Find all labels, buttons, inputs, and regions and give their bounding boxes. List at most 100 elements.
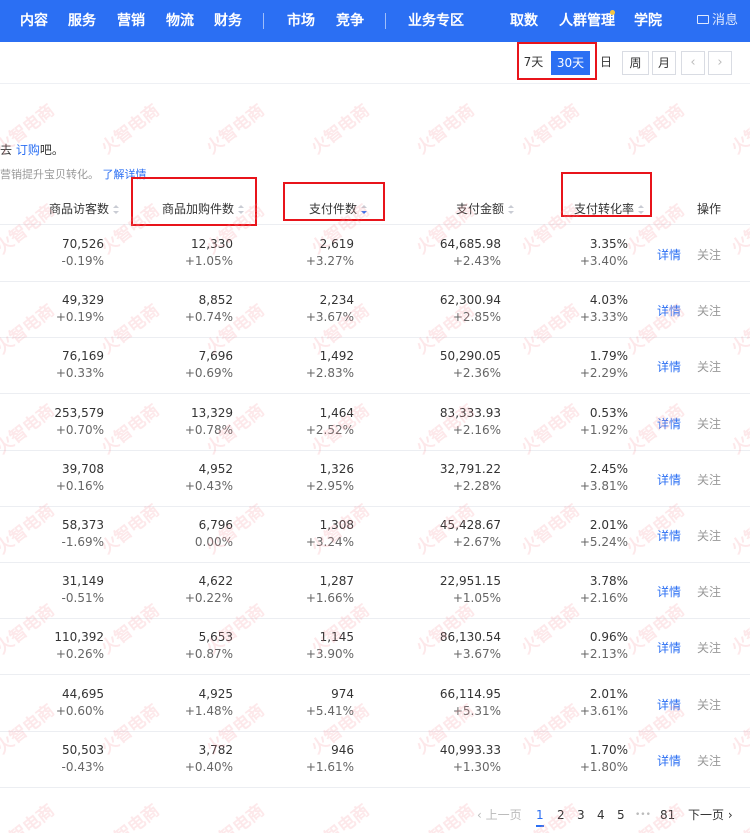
detail-link[interactable]: 详情 <box>657 246 681 263</box>
detail-link[interactable]: 详情 <box>657 415 681 432</box>
cell-add-to-cart: 12,330 +1.05% <box>185 236 233 270</box>
page-3[interactable]: 3 <box>577 805 585 825</box>
next-page-button[interactable]: 下一页 › <box>688 805 733 825</box>
nav-item-crowd-management[interactable]: 人群管理 <box>559 0 615 42</box>
cell-value: 39,708 <box>62 462 104 476</box>
cell-visitors: 70,526 -0.19% <box>62 236 104 270</box>
follow-link[interactable]: 关注 <box>697 583 721 600</box>
column-label: 支付件数 <box>308 202 357 216</box>
cell-paid-units: 1,492 +2.83% <box>306 348 354 382</box>
cell-change: +0.16% <box>55 479 104 493</box>
cell-value: 4,952 <box>198 462 233 476</box>
cell-value: 50,503 <box>62 743 104 757</box>
follow-link[interactable]: 关注 <box>697 696 721 713</box>
cell-value: 3.78% <box>589 574 628 588</box>
cell-value: 0.96% <box>589 630 628 644</box>
nav-item-academy[interactable]: 学院 <box>634 0 662 42</box>
nav-item-finance[interactable]: 财务 <box>214 0 242 42</box>
column-header-conversion-rate[interactable]: 支付转化率 <box>574 193 645 225</box>
cell-visitors: 49,329 +0.19% <box>56 292 104 326</box>
detail-link[interactable]: 详情 <box>657 471 681 488</box>
cell-add-to-cart: 4,952 +0.43% <box>185 461 233 495</box>
column-header-add-to-cart[interactable]: 商品加购件数 <box>162 193 245 225</box>
follow-link[interactable]: 关注 <box>697 471 721 488</box>
detail-link[interactable]: 详情 <box>657 302 681 319</box>
nav-item-content[interactable]: 内容 <box>20 0 48 42</box>
follow-link[interactable]: 关注 <box>697 527 721 544</box>
cell-change: +0.74% <box>184 310 233 324</box>
cell-value: 6,796 <box>198 518 233 532</box>
cell-value: 2.01% <box>589 687 628 701</box>
filter-30-days[interactable]: 30天 <box>551 51 590 75</box>
cell-change: +0.69% <box>184 366 233 380</box>
sort-desc-icon <box>361 205 368 214</box>
learn-more-link[interactable]: 了解详情 <box>103 168 147 181</box>
nav-item-logistics[interactable]: 物流 <box>166 0 194 42</box>
table-row: 49,329 +0.19% 8,852 +0.74% 2,234 +3.67% 62,300… <box>0 282 750 338</box>
cell-value: 8,852 <box>198 293 233 307</box>
filter-week[interactable]: 周 <box>622 51 649 75</box>
follow-link[interactable]: 关注 <box>697 302 721 319</box>
cell-visitors: 58,373 -1.69% <box>62 517 104 551</box>
page-2[interactable]: 2 <box>557 805 565 825</box>
cell-paid-amount: 32,791.22 +2.28% <box>440 461 501 495</box>
cell-change: +1.80% <box>579 760 628 774</box>
follow-link[interactable]: 关注 <box>697 415 721 432</box>
page-5[interactable]: 5 <box>617 805 625 825</box>
cell-paid-amount: 50,290.05 +2.36% <box>440 348 501 382</box>
detail-link[interactable]: 详情 <box>657 752 681 769</box>
cell-value: 4,925 <box>198 687 233 701</box>
follow-link[interactable]: 关注 <box>697 752 721 769</box>
subscribe-link[interactable]: 订购 <box>16 143 40 157</box>
nav-item-market[interactable]: 市场 <box>287 0 315 42</box>
cell-paid-amount: 83,333.93 +2.16% <box>440 405 501 439</box>
cell-paid-units: 1,464 +2.52% <box>306 405 354 439</box>
messages-link[interactable]: 消息 <box>697 0 738 42</box>
sort-icon <box>638 205 645 214</box>
cell-paid-units: 946 +1.61% <box>306 742 354 776</box>
cell-change: +0.70% <box>55 423 104 437</box>
cell-change: +5.31% <box>452 704 501 718</box>
cell-change: -0.51% <box>61 591 104 605</box>
cell-add-to-cart: 4,622 +0.22% <box>185 573 233 607</box>
filter-7-days[interactable]: 7天 <box>521 51 546 75</box>
prev-page-button[interactable]: ‹ 上一页 <box>477 805 522 825</box>
detail-link[interactable]: 详情 <box>657 639 681 656</box>
filter-day[interactable]: 日 <box>595 51 617 75</box>
cell-conversion-rate: 1.70% +1.80% <box>580 742 628 776</box>
detail-link[interactable]: 详情 <box>657 583 681 600</box>
follow-link[interactable]: 关注 <box>697 639 721 656</box>
page-1[interactable]: 1 <box>536 805 544 827</box>
page-last[interactable]: 81 <box>660 805 675 825</box>
follow-link[interactable]: 关注 <box>697 358 721 375</box>
detail-link[interactable]: 详情 <box>657 696 681 713</box>
cell-change: +3.90% <box>305 647 354 661</box>
table-row: 76,169 +0.33% 7,696 +0.69% 1,492 +2.83% 50,290… <box>0 338 750 394</box>
subscribe-hint: 去 订购吧。 <box>0 141 64 158</box>
cell-conversion-rate: 2.01% +3.61% <box>580 686 628 720</box>
nav-item-service[interactable]: 服务 <box>68 0 96 42</box>
column-header-paid-units[interactable]: 支付件数 <box>309 193 368 225</box>
nav-item-business-zone[interactable]: 业务专区 <box>408 0 464 42</box>
column-header-actions: 操作 <box>697 202 722 216</box>
cell-value: 1.70% <box>589 743 628 757</box>
filter-month[interactable]: 月 <box>652 51 676 75</box>
next-period-button[interactable]: › <box>708 51 732 75</box>
cell-value: 32,791.22 <box>439 462 501 476</box>
cell-add-to-cart: 8,852 +0.74% <box>185 292 233 326</box>
nav-item-marketing[interactable]: 营销 <box>117 0 145 42</box>
cell-change: -0.19% <box>61 254 104 268</box>
cell-conversion-rate: 2.01% +5.24% <box>580 517 628 551</box>
detail-link[interactable]: 详情 <box>657 358 681 375</box>
cell-change: +1.48% <box>184 704 233 718</box>
cell-change: +0.26% <box>55 647 104 661</box>
follow-link[interactable]: 关注 <box>697 246 721 263</box>
column-header-visitors[interactable]: 商品访客数 <box>49 193 120 225</box>
nav-item-data-fetch[interactable]: 取数 <box>510 0 538 42</box>
nav-item-competition[interactable]: 竞争 <box>336 0 364 42</box>
page-4[interactable]: 4 <box>597 805 605 825</box>
column-header-paid-amount[interactable]: 支付金额 <box>456 193 515 225</box>
cell-change: +2.52% <box>305 423 354 437</box>
detail-link[interactable]: 详情 <box>657 527 681 544</box>
prev-period-button[interactable]: ‹ <box>681 51 705 75</box>
